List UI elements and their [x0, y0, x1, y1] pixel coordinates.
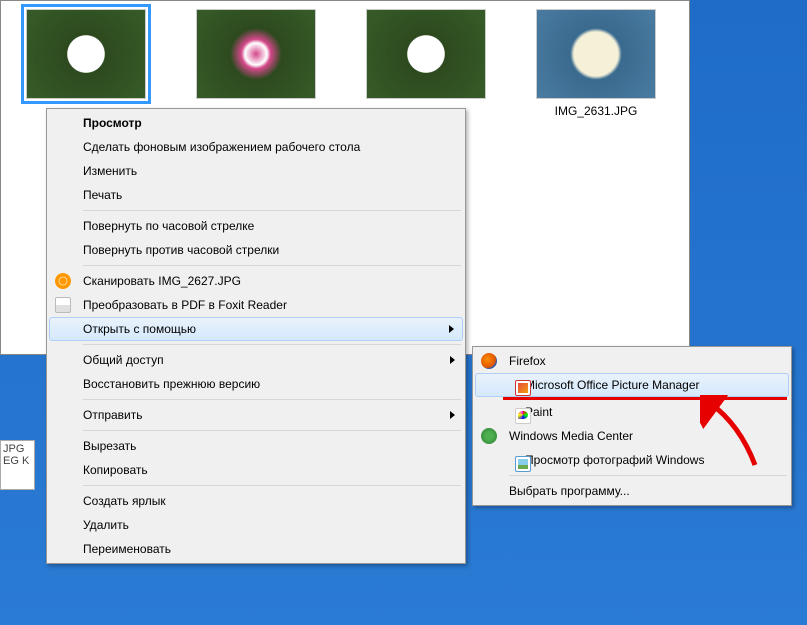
- open-with-submenu: Firefox Microsoft Office Picture Manager…: [472, 346, 792, 506]
- thumbnail-image[interactable]: [26, 9, 146, 99]
- menu-separator: [83, 430, 461, 431]
- menu-separator: [83, 265, 461, 266]
- submenu-wmc[interactable]: Windows Media Center: [475, 424, 789, 448]
- menu-preview[interactable]: Просмотр: [49, 111, 463, 135]
- firefox-icon: [481, 353, 497, 369]
- partial-panel: JPG EG K: [0, 440, 35, 490]
- menu-separator: [83, 210, 461, 211]
- thumbnail-item[interactable]: [361, 9, 491, 118]
- submenu-choose-program[interactable]: Выбрать программу...: [475, 479, 789, 503]
- menu-separator: [83, 485, 461, 486]
- menu-create-shortcut[interactable]: Создать ярлык: [49, 489, 463, 513]
- menu-rename[interactable]: Переименовать: [49, 537, 463, 561]
- menu-separator: [83, 399, 461, 400]
- thumbnail-image[interactable]: [536, 9, 656, 99]
- menu-restore-version[interactable]: Восстановить прежнюю версию: [49, 372, 463, 396]
- partial-line: JPG: [3, 443, 32, 455]
- menu-share[interactable]: Общий доступ: [49, 348, 463, 372]
- chevron-right-icon: [450, 356, 455, 364]
- thumbnail-image[interactable]: [196, 9, 316, 99]
- thumbnail-item[interactable]: IMG_2631.JPG: [531, 9, 661, 118]
- paint-icon: [515, 408, 531, 424]
- partial-line: EG K: [3, 455, 32, 467]
- menu-edit[interactable]: Изменить: [49, 159, 463, 183]
- menu-rotate-cw[interactable]: Повернуть по часовой стрелке: [49, 214, 463, 238]
- media-center-icon: [481, 428, 497, 444]
- scan-icon: [55, 273, 71, 289]
- submenu-paint[interactable]: Paint: [475, 400, 789, 424]
- menu-copy[interactable]: Копировать: [49, 458, 463, 482]
- picture-manager-icon: [515, 380, 531, 396]
- menu-send-to[interactable]: Отправить: [49, 403, 463, 427]
- menu-delete[interactable]: Удалить: [49, 513, 463, 537]
- menu-open-with[interactable]: Открыть с помощью: [49, 317, 463, 341]
- menu-cut[interactable]: Вырезать: [49, 434, 463, 458]
- photo-viewer-icon: [515, 456, 531, 472]
- submenu-photo-viewer[interactable]: Просмотр фотографий Windows: [475, 448, 789, 472]
- thumbnail-item[interactable]: [191, 9, 321, 118]
- thumbnail-label[interactable]: IMG_2631.JPG: [555, 104, 638, 118]
- pdf-icon: [55, 297, 71, 313]
- thumbnail-item[interactable]: [21, 9, 151, 118]
- submenu-picture-manager[interactable]: Microsoft Office Picture Manager: [475, 373, 789, 397]
- chevron-right-icon: [450, 411, 455, 419]
- menu-print[interactable]: Печать: [49, 183, 463, 207]
- thumbnail-image[interactable]: [366, 9, 486, 99]
- menu-set-wallpaper[interactable]: Сделать фоновым изображением рабочего ст…: [49, 135, 463, 159]
- chevron-right-icon: [449, 325, 454, 333]
- menu-rotate-ccw[interactable]: Повернуть против часовой стрелки: [49, 238, 463, 262]
- menu-convert-pdf[interactable]: Преобразовать в PDF в Foxit Reader: [49, 293, 463, 317]
- context-menu: Просмотр Сделать фоновым изображением ра…: [46, 108, 466, 564]
- menu-separator: [509, 475, 787, 476]
- menu-scan[interactable]: Сканировать IMG_2627.JPG: [49, 269, 463, 293]
- menu-separator: [83, 344, 461, 345]
- submenu-firefox[interactable]: Firefox: [475, 349, 789, 373]
